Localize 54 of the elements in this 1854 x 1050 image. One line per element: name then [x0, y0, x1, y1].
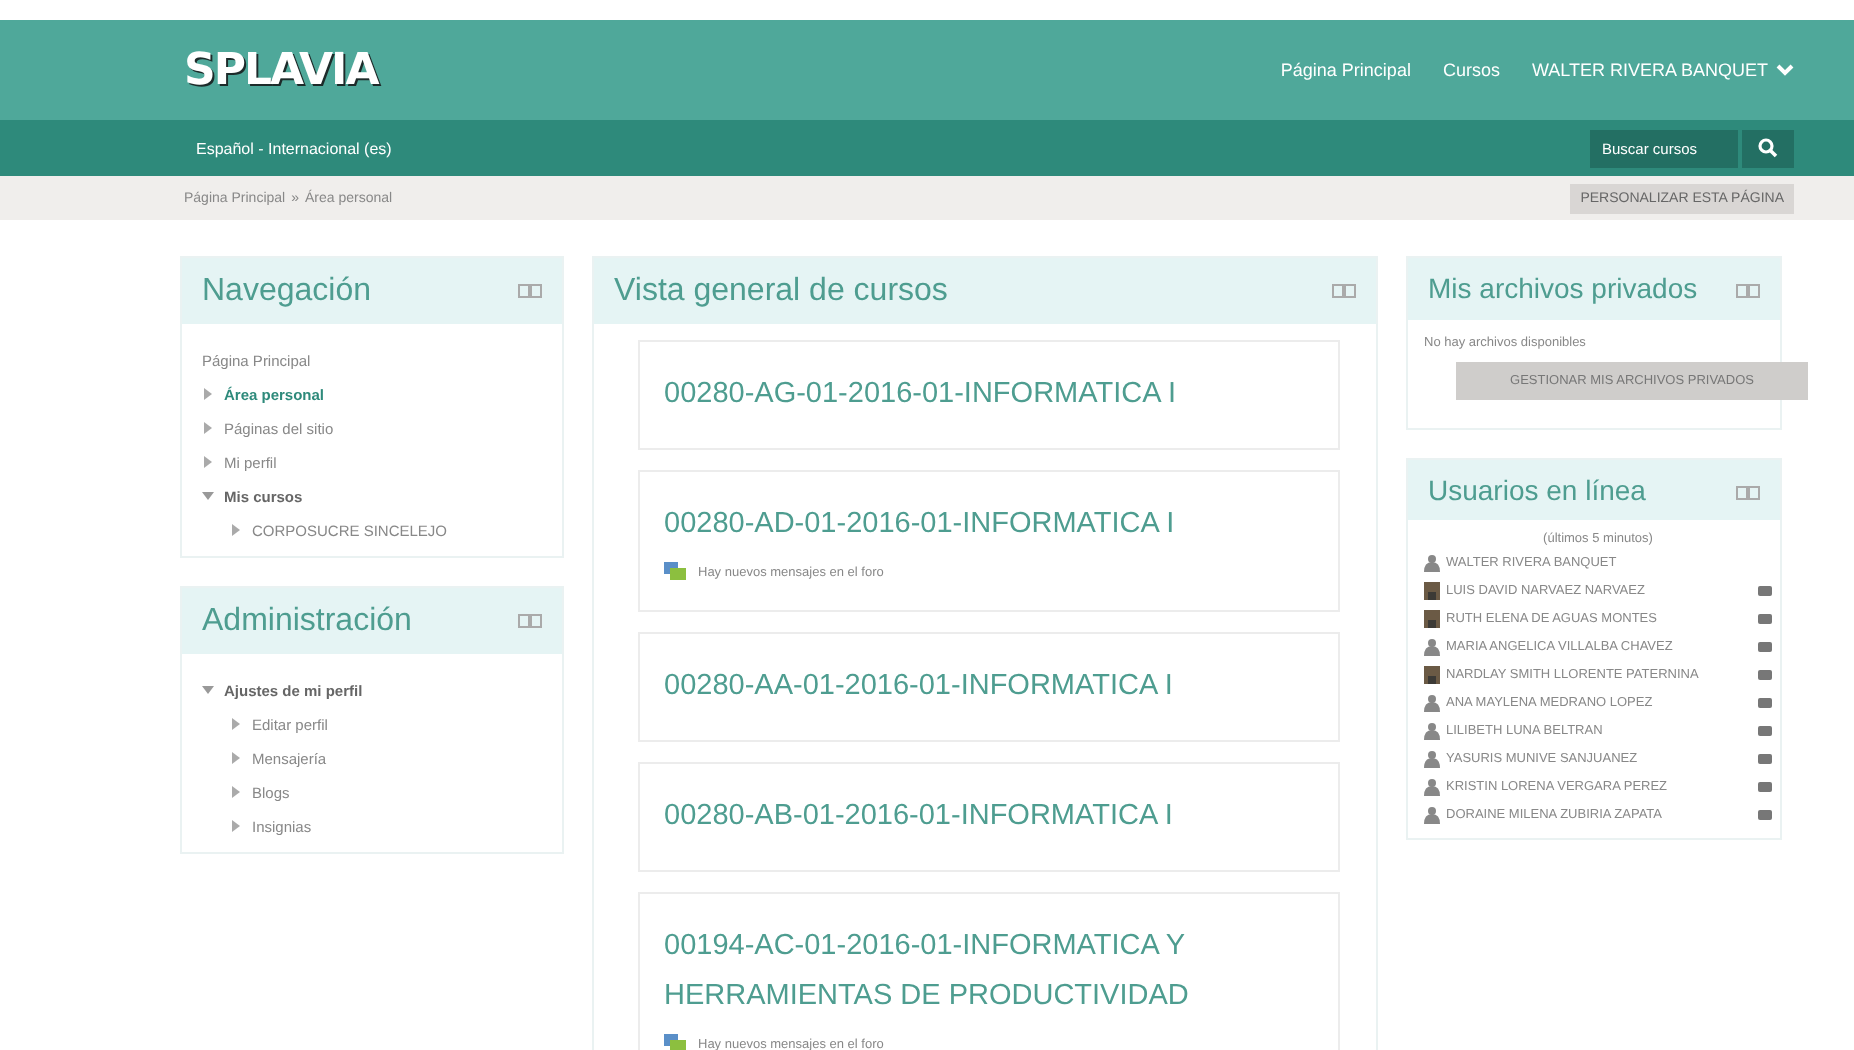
forum-icon: [664, 562, 686, 582]
course-link[interactable]: 00280-AG-01-2016-01-INFORMATICA I: [664, 370, 1314, 420]
expanded-icon: [202, 684, 214, 696]
language-menu[interactable]: Español - Internacional (es): [196, 139, 392, 157]
caret-icon: [1776, 64, 1794, 76]
message-icon[interactable]: [1758, 810, 1772, 820]
search-icon: [1758, 138, 1778, 158]
collapsed-icon: [202, 422, 214, 434]
course-link[interactable]: 00280-AA-01-2016-01-INFORMATICA I: [664, 662, 1314, 712]
message-icon[interactable]: [1758, 670, 1772, 680]
user-icon: [1424, 554, 1440, 572]
user-icon: [1424, 638, 1440, 656]
user-icon: [1424, 694, 1440, 712]
site-logo[interactable]: SPLAVIA: [184, 45, 378, 95]
avatar-icon: [1424, 666, 1440, 684]
collapsed-icon: [230, 820, 242, 832]
dock-icon[interactable]: [1332, 284, 1356, 298]
collapsed-icon: [230, 524, 242, 536]
dock-icon[interactable]: [1736, 284, 1760, 298]
block-title: Usuarios en línea: [1428, 473, 1646, 508]
message-icon[interactable]: [1758, 754, 1772, 764]
user-icon: [1424, 806, 1440, 824]
message-icon[interactable]: [1758, 614, 1772, 624]
collapsed-icon: [230, 718, 242, 730]
dock-icon[interactable]: [1736, 485, 1760, 499]
course-link[interactable]: 00194-AC-01-2016-01-INFORMATICA Y HERRAMIENTAS DE PRODUCTIVIDAD: [664, 922, 1314, 1022]
collapsed-icon: [230, 752, 242, 764]
message-icon[interactable]: [1758, 726, 1772, 736]
block-title: Navegación: [202, 272, 371, 312]
course-link[interactable]: 00280-AB-01-2016-01-INFORMATICA I: [664, 792, 1314, 842]
avatar-icon: [1424, 582, 1440, 600]
block-title: Mis archivos privados: [1428, 272, 1698, 307]
block-title: Vista general de cursos: [614, 272, 948, 312]
block-title: Administración: [202, 602, 412, 642]
nav-link[interactable]: Cursos: [1442, 60, 1500, 80]
collapsed-icon: [202, 456, 214, 468]
dock-icon[interactable]: [518, 614, 542, 628]
dock-icon[interactable]: [518, 284, 542, 298]
user-icon: [1424, 778, 1440, 796]
nav-link[interactable]: Página Principal: [1280, 60, 1411, 80]
message-icon[interactable]: [1758, 782, 1772, 792]
course-link[interactable]: 00280-AD-01-2016-01-INFORMATICA I: [664, 500, 1314, 550]
search-button[interactable]: [1742, 129, 1794, 167]
user-icon: [1424, 722, 1440, 740]
message-icon[interactable]: [1758, 698, 1772, 708]
message-icon[interactable]: [1758, 642, 1772, 652]
expanded-icon: [202, 490, 214, 502]
forum-icon: [664, 1034, 686, 1050]
message-icon[interactable]: [1758, 586, 1772, 596]
user-menu[interactable]: WALTER RIVERA BANQUET: [1531, 60, 1794, 80]
collapsed-icon: [202, 388, 214, 400]
avatar-icon: [1424, 610, 1440, 628]
collapsed-icon: [230, 786, 242, 798]
user-icon: [1424, 750, 1440, 768]
